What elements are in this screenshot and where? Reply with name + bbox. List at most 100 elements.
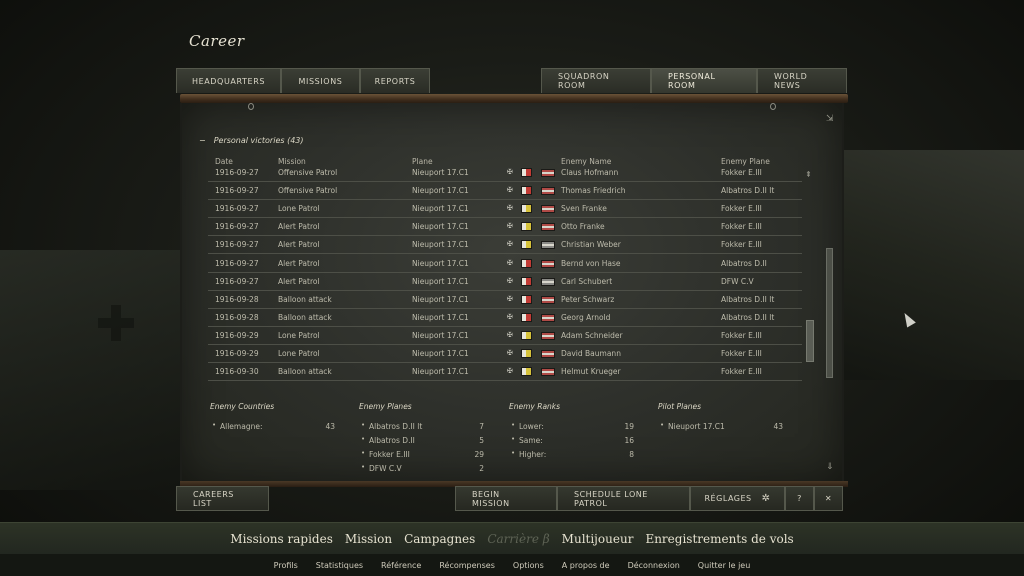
section-header-personal-victories[interactable]: − Personal victories (43): [199, 136, 304, 145]
table-row[interactable]: 1916-09-27 Alert Patrol Nieuport 17.C1 ✠ Car…: [208, 273, 802, 291]
subnav-deconnexion[interactable]: Déconnexion: [628, 561, 680, 570]
col-header-plane[interactable]: Plane: [412, 157, 433, 166]
row-date: 1916-09-29: [215, 330, 259, 340]
main-nav: Missions rapides Mission Campagnes Carri…: [0, 522, 1024, 554]
tab-headquarters[interactable]: HEADQUARTERS: [176, 68, 281, 93]
table-row[interactable]: 1916-09-27 Offensive Patrol Nieuport 17.C1…: [208, 182, 802, 201]
pilot-flag-icon: [521, 294, 532, 304]
row-mission: Lone Patrol: [278, 330, 320, 340]
subnav-quitter[interactable]: Quitter le jeu: [698, 561, 751, 570]
background-plane-right: [834, 150, 1024, 380]
row-enemy-plane: Fokker E.III: [721, 240, 762, 250]
begin-mission-button[interactable]: BEGIN MISSION: [455, 486, 557, 511]
nav-carriere[interactable]: Carrière β: [487, 532, 549, 546]
stat-row: • Nieuport 17.C1 43: [658, 421, 786, 435]
row-cross-icon: ✠: [507, 367, 513, 376]
stat-value: 7: [479, 422, 484, 431]
nav-mission[interactable]: Mission: [345, 532, 392, 546]
row-plane: Nieuport 17.C1: [412, 204, 469, 214]
table-row[interactable]: 1916-09-27 Offensive Patrol Nieuport 17.C1…: [208, 168, 802, 182]
table-row[interactable]: 1916-09-27 Lone Patrol Nieuport 17.C1 ✠ Sven…: [208, 200, 802, 219]
enemy-flag-icon: [541, 368, 555, 377]
row-date: 1916-09-27: [215, 186, 259, 196]
stat-value: 16: [624, 436, 634, 445]
close-button[interactable]: ✕: [814, 486, 843, 511]
enemy-flag-icon: [541, 331, 555, 340]
panel-scrollbar[interactable]: [826, 248, 833, 378]
enemy-flag-icon: [541, 277, 555, 286]
tab-missions[interactable]: MISSIONS: [281, 68, 360, 93]
scroll-up-icon[interactable]: ⇞: [805, 170, 812, 179]
help-button[interactable]: ?: [785, 486, 814, 511]
table-scroll-thumb[interactable]: [806, 320, 814, 362]
col-header-enemy-plane[interactable]: Enemy Plane: [721, 157, 770, 166]
tabs-right: SQUADRON ROOM PERSONAL ROOM WORLD NEWS: [541, 68, 847, 93]
row-mission: Offensive Patrol: [278, 168, 338, 177]
tab-world-news[interactable]: WORLD NEWS: [757, 68, 847, 93]
tab-reports[interactable]: REPORTS: [360, 68, 430, 93]
row-cross-icon: ✠: [507, 294, 513, 303]
careers-list-button[interactable]: CAREERS LIST: [176, 486, 269, 511]
expand-down-icon[interactable]: ⇓: [826, 462, 834, 472]
stat-row: • Lower: 19: [509, 421, 637, 435]
row-enemy-name: Helmut Krueger: [561, 367, 621, 377]
table-row[interactable]: 1916-09-28 Balloon attack Nieuport 17.C1 ✠ G…: [208, 309, 802, 327]
right-button-bar: BEGIN MISSION SCHEDULE LONE PATROL RÉGLA…: [455, 486, 843, 511]
col-header-mission[interactable]: Mission: [278, 157, 306, 166]
collapse-icon[interactable]: ⇲: [826, 114, 834, 124]
row-date: 1916-09-27: [215, 222, 259, 232]
col-header-date[interactable]: Date: [215, 157, 233, 166]
iron-cross-emblem: [98, 305, 134, 341]
stats-enemy-planes: Enemy Planes • Albatros D.II lt 7 • Alba…: [359, 402, 487, 477]
collapse-dash-icon[interactable]: −: [199, 136, 206, 145]
table-row[interactable]: 1916-09-27 Alert Patrol Nieuport 17.C1 ✠ Ott…: [208, 218, 802, 237]
subnav-a-propos[interactable]: A propos de: [562, 561, 610, 570]
subnav-statistiques[interactable]: Statistiques: [316, 561, 363, 570]
row-mission: Balloon attack: [278, 294, 332, 304]
row-mission: Balloon attack: [278, 312, 332, 322]
row-plane: Nieuport 17.C1: [412, 186, 469, 196]
schedule-lone-patrol-button[interactable]: SCHEDULE LONE PATROL: [557, 486, 690, 511]
stat-value: 29: [474, 450, 484, 459]
row-plane: Nieuport 17.C1: [412, 294, 469, 304]
bullet-icon: •: [361, 435, 366, 443]
subnav-profils[interactable]: Profils: [274, 561, 298, 570]
row-enemy-name: Otto Franke: [561, 222, 605, 232]
nav-missions-rapides[interactable]: Missions rapides: [230, 532, 333, 546]
bullet-icon: •: [361, 449, 366, 457]
table-row[interactable]: 1916-09-30 Balloon attack Nieuport 17.C1 ✠ H…: [208, 363, 802, 382]
stat-title: Pilot Planes: [658, 402, 702, 411]
subnav-options[interactable]: Options: [513, 561, 544, 570]
table-row[interactable]: 1916-09-27 Alert Patrol Nieuport 17.C1 ✠ Chr…: [208, 236, 802, 255]
nav-enregistrements[interactable]: Enregistrements de vols: [645, 532, 793, 546]
table-row[interactable]: 1916-09-27 Alert Patrol Nieuport 17.C1 ✠ Ber…: [208, 255, 802, 273]
bullet-icon: •: [511, 449, 516, 457]
row-cross-icon: ✠: [507, 312, 513, 321]
row-mission: Alert Patrol: [278, 258, 320, 268]
reglages-label: RÉGLAGES: [704, 494, 752, 503]
row-enemy-plane: Albatros D.II lt: [721, 312, 775, 322]
row-cross-icon: ✠: [507, 168, 513, 176]
table-row[interactable]: 1916-09-29 Lone Patrol Nieuport 17.C1 ✠ Adam…: [208, 327, 802, 345]
table-row[interactable]: 1916-09-28 Balloon attack Nieuport 17.C1 ✠ P…: [208, 291, 802, 309]
table-row[interactable]: 1916-09-29 Lone Patrol Nieuport 17.C1 ✠ Davi…: [208, 345, 802, 363]
col-header-enemy-name[interactable]: Enemy Name: [561, 157, 611, 166]
subnav-recompenses[interactable]: Récompenses: [439, 561, 495, 570]
nav-campagnes[interactable]: Campagnes: [404, 532, 475, 546]
reglages-button[interactable]: RÉGLAGES ✲: [690, 486, 785, 511]
tab-squadron-room[interactable]: SQUADRON ROOM: [541, 68, 651, 93]
nav-multijoueur[interactable]: Multijoueur: [562, 532, 634, 546]
stat-title: Enemy Countries: [210, 402, 275, 411]
subnav-reference[interactable]: Référence: [381, 561, 421, 570]
row-cross-icon: ✠: [507, 349, 513, 357]
enemy-flag-icon: [541, 241, 555, 250]
row-enemy-name: Adam Schneider: [561, 330, 623, 340]
stat-row: • Albatros D.II lt 7: [359, 421, 487, 435]
bullet-icon: •: [660, 421, 665, 429]
row-plane: Nieuport 17.C1: [412, 222, 469, 232]
enemy-flag-icon: [541, 187, 555, 196]
row-enemy-plane: Albatros D.II lt: [721, 186, 775, 196]
stat-label: Lower:: [519, 422, 544, 431]
tab-personal-room[interactable]: PERSONAL ROOM: [651, 68, 757, 93]
row-plane: Nieuport 17.C1: [412, 240, 469, 250]
